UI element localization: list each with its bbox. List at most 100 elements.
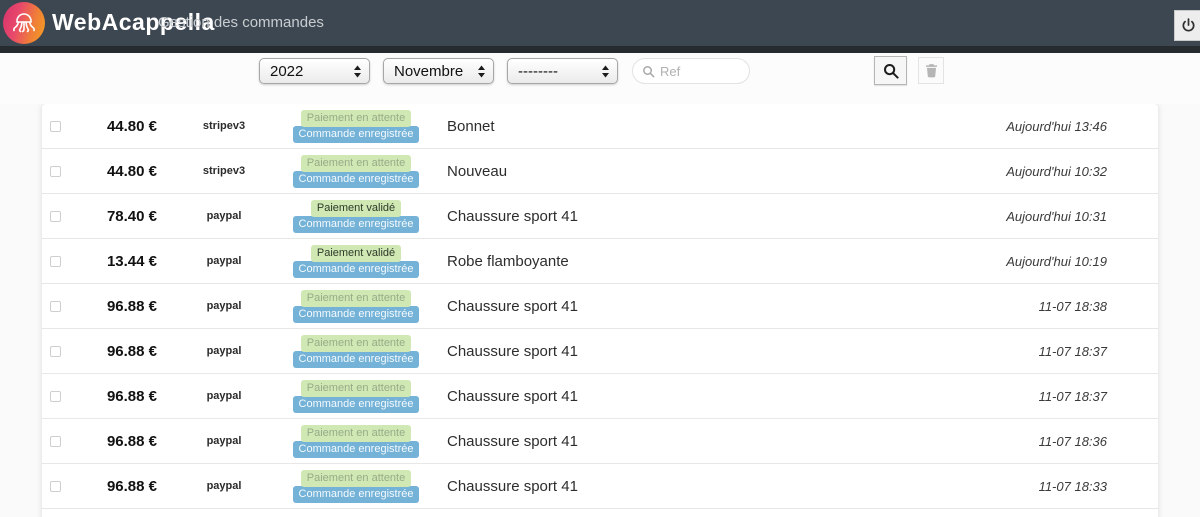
select-arrows-icon <box>353 65 362 78</box>
row-checkbox[interactable] <box>50 436 61 447</box>
power-icon <box>1180 17 1197 34</box>
payment-provider: paypal <box>157 435 291 447</box>
order-price: 96.88 € <box>72 433 157 450</box>
order-price: 96.88 € <box>72 343 157 360</box>
product-name: Chaussure sport 41 <box>447 208 928 225</box>
payment-provider: stripev3 <box>157 120 291 132</box>
row-checkbox[interactable] <box>50 391 61 402</box>
order-row[interactable]: 96.88 € paypal Paiement en attente Comma… <box>42 284 1158 329</box>
search-button[interactable] <box>874 56 907 85</box>
order-row[interactable]: 96.88 € paypal Paiement en attente Comma… <box>42 329 1158 374</box>
row-checkbox[interactable] <box>50 346 61 357</box>
search-ref-field <box>632 58 750 84</box>
order-status-badge: Commande enregistrée <box>293 306 420 323</box>
checkbox-cell <box>42 481 72 492</box>
category-select[interactable]: -------- <box>507 58 618 84</box>
status-badges: Paiement validé Commande enregistrée <box>291 245 421 278</box>
order-date: 11-07 18:33 <box>928 479 1158 494</box>
order-row[interactable]: 44.80 € stripev3 Paiement en attente Com… <box>42 104 1158 149</box>
payment-status-badge: Paiement en attente <box>301 155 411 172</box>
payment-provider: paypal <box>157 300 291 312</box>
checkbox-cell <box>42 301 72 312</box>
month-select[interactable]: Novembre <box>383 58 494 84</box>
order-price: 44.80 € <box>72 163 157 180</box>
order-status-badge: Commande enregistrée <box>293 216 420 233</box>
order-status-badge: Commande enregistrée <box>293 396 420 413</box>
filter-bar: 2022 Novembre -------- <box>0 53 1200 104</box>
status-badges: Paiement en attente Commande enregistrée <box>291 110 421 143</box>
order-price: 78.40 € <box>72 208 157 225</box>
payment-status-badge: Paiement en attente <box>301 380 411 397</box>
payment-status-badge: Paiement en attente <box>301 470 411 487</box>
page-title: Gestion des commandes <box>158 14 324 31</box>
product-name: Chaussure sport 41 <box>447 433 928 450</box>
row-checkbox[interactable] <box>50 166 61 177</box>
order-date: Aujourd'hui 13:46 <box>928 119 1158 134</box>
order-row[interactable]: 96.88 € paypal Paiement en attente Comma… <box>42 419 1158 464</box>
order-date: Aujourd'hui 10:19 <box>928 254 1158 269</box>
year-select-value: 2022 <box>270 63 303 80</box>
payment-provider: paypal <box>157 345 291 357</box>
product-name: Chaussure sport 41 <box>447 343 928 360</box>
row-checkbox[interactable] <box>50 256 61 267</box>
order-date: Aujourd'hui 10:32 <box>928 164 1158 179</box>
status-badges: Paiement en attente Commande enregistrée <box>291 380 421 413</box>
order-date: 11-07 18:36 <box>928 434 1158 449</box>
order-date: 11-07 18:37 <box>928 389 1158 404</box>
year-select[interactable]: 2022 <box>259 58 370 84</box>
order-date: 11-07 18:38 <box>928 299 1158 314</box>
order-row[interactable]: 96.88 € paypal Paiement en attente Comma… <box>42 464 1158 509</box>
search-input[interactable] <box>660 64 740 79</box>
checkbox-cell <box>42 346 72 357</box>
product-name: Bonnet <box>447 118 928 135</box>
delete-button[interactable] <box>918 57 944 84</box>
order-row[interactable]: 78.40 € paypal Paiement validé Commande … <box>42 194 1158 239</box>
octopus-icon <box>9 8 39 38</box>
product-name: Chaussure sport 41 <box>447 388 928 405</box>
status-badges: Paiement en attente Commande enregistrée <box>291 335 421 368</box>
payment-provider: paypal <box>157 480 291 492</box>
row-checkbox[interactable] <box>50 211 61 222</box>
order-row[interactable]: 13.44 € paypal Paiement validé Commande … <box>42 239 1158 284</box>
status-badges: Paiement en attente Commande enregistrée <box>291 425 421 458</box>
row-checkbox[interactable] <box>50 301 61 312</box>
order-status-badge: Commande enregistrée <box>293 441 420 458</box>
select-arrows-icon <box>601 65 610 78</box>
checkbox-cell <box>42 391 72 402</box>
row-checkbox[interactable] <box>50 121 61 132</box>
webacappella-logo <box>3 2 45 44</box>
payment-status-badge: Paiement en attente <box>301 425 411 442</box>
status-badges: Paiement en attente Commande enregistrée <box>291 470 421 503</box>
search-icon <box>883 63 899 79</box>
order-price: 96.88 € <box>72 298 157 315</box>
order-status-badge: Commande enregistrée <box>293 171 420 188</box>
payment-provider: stripev3 <box>157 165 291 177</box>
search-icon <box>642 65 655 78</box>
category-select-value: -------- <box>518 63 558 80</box>
payment-provider: paypal <box>157 390 291 402</box>
row-checkbox[interactable] <box>50 481 61 492</box>
payment-status-badge: Paiement validé <box>311 245 401 262</box>
status-badges: Paiement en attente Commande enregistrée <box>291 155 421 188</box>
product-name: Chaussure sport 41 <box>447 478 928 495</box>
payment-provider: paypal <box>157 210 291 222</box>
order-row[interactable]: 96.88 € paypal Paiement en attente Comma… <box>42 374 1158 419</box>
order-status-badge: Commande enregistrée <box>293 261 420 278</box>
product-name: Robe flamboyante <box>447 253 928 270</box>
payment-status-badge: Paiement validé <box>311 200 401 217</box>
order-date: Aujourd'hui 10:31 <box>928 209 1158 224</box>
payment-status-badge: Paiement en attente <box>301 290 411 307</box>
checkbox-cell <box>42 211 72 222</box>
order-price: 96.88 € <box>72 388 157 405</box>
orders-table: 44.80 € stripev3 Paiement en attente Com… <box>42 104 1158 517</box>
logout-button[interactable] <box>1174 10 1200 41</box>
order-price: 96.88 € <box>72 478 157 495</box>
checkbox-cell <box>42 121 72 132</box>
order-row[interactable]: 44.80 € stripev3 Paiement en attente Com… <box>42 149 1158 194</box>
order-status-badge: Commande enregistrée <box>293 351 420 368</box>
status-badges: Paiement en attente Commande enregistrée <box>291 290 421 323</box>
payment-provider: paypal <box>157 255 291 267</box>
payment-status-badge: Paiement en attente <box>301 110 411 127</box>
order-date: 11-07 18:37 <box>928 344 1158 359</box>
month-select-value: Novembre <box>394 63 463 80</box>
